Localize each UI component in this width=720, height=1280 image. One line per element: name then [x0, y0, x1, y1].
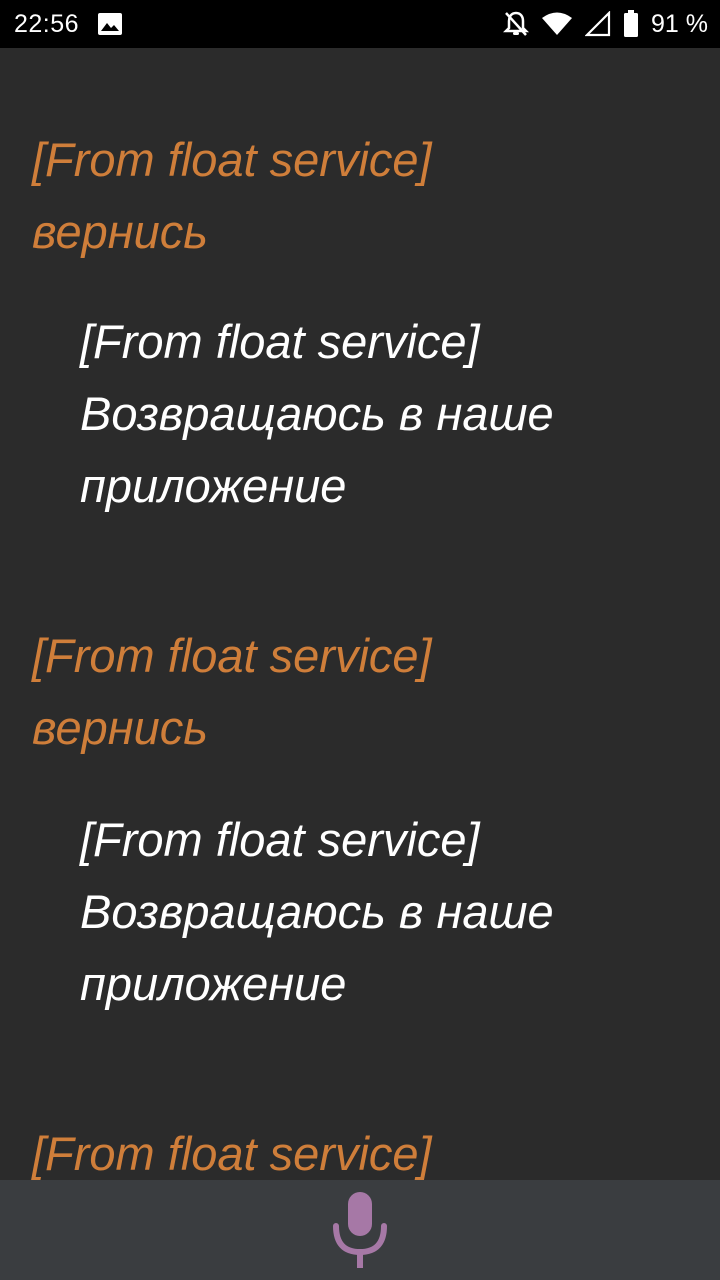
- status-time: 22:56: [14, 9, 80, 38]
- mic-icon: [333, 1192, 387, 1268]
- user-message: [From float service] вернись: [32, 629, 432, 754]
- wifi-icon: [541, 12, 573, 36]
- assistant-message: [From float service] Возвращаюсь в наше …: [80, 813, 554, 1010]
- mic-button[interactable]: [320, 1190, 400, 1270]
- battery-icon: [623, 10, 639, 38]
- conversation-list[interactable]: [From float service] вернись [From float…: [0, 48, 720, 1180]
- assistant-message: [From float service] Возвращаюсь в наше …: [80, 315, 554, 512]
- voice-input-bar: [0, 1180, 720, 1280]
- status-bar: 22:56 91 %: [0, 0, 720, 48]
- notifications-off-icon: [503, 10, 530, 38]
- user-message: [From float service] вернись: [32, 133, 432, 258]
- image-icon: [97, 12, 123, 36]
- signal-icon: [585, 11, 611, 37]
- status-icons: 91 %: [503, 10, 708, 39]
- user-message: [From float service]: [32, 1127, 432, 1180]
- battery-percent: 91 %: [651, 9, 708, 38]
